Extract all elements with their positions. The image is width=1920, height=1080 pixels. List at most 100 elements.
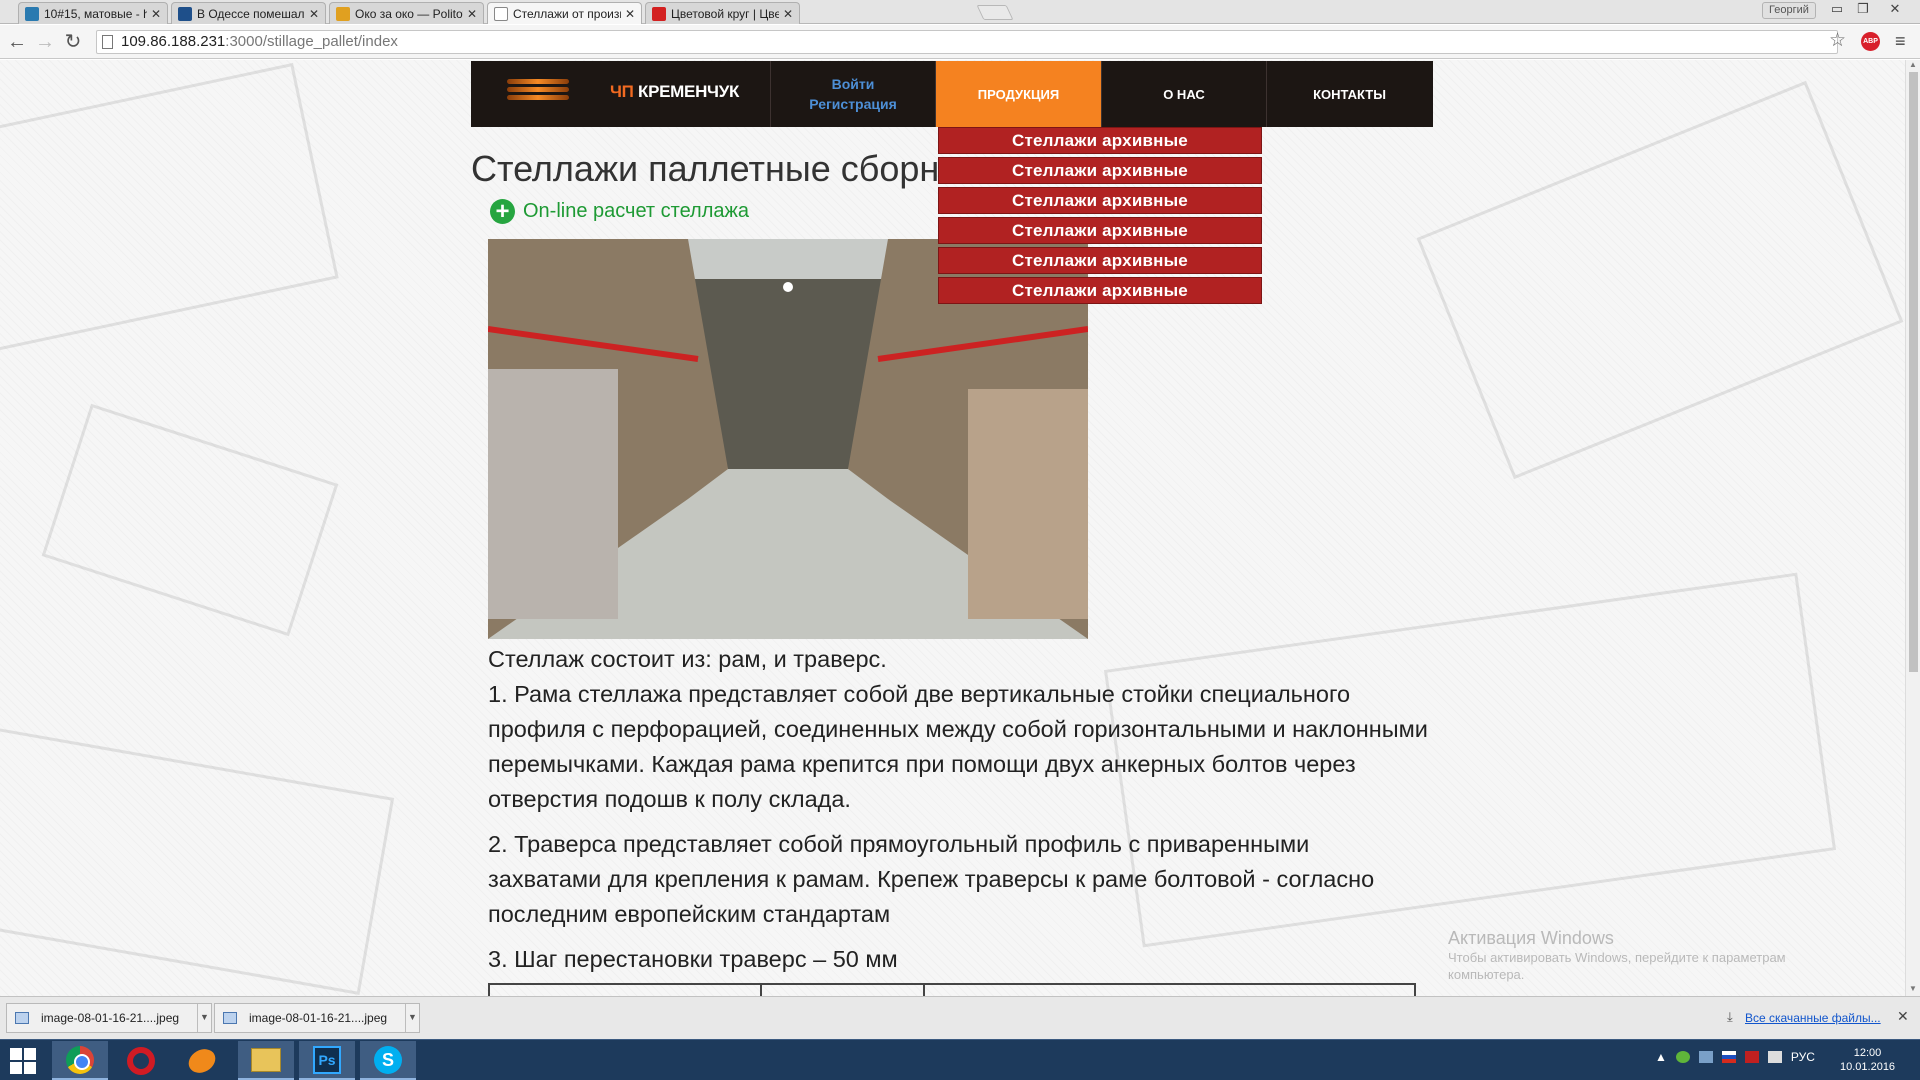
- plus-circle-icon: +: [490, 199, 515, 224]
- tab-3[interactable]: Око за око — Politota ✕: [329, 2, 484, 24]
- taskbar-opera[interactable]: [113, 1041, 169, 1080]
- close-icon[interactable]: ✕: [1897, 1008, 1909, 1025]
- chevron-down-icon[interactable]: ▼: [405, 1004, 419, 1032]
- paragraph-2: 2. Траверса представляет собой прямоугол…: [488, 831, 1375, 927]
- download-filename: image-08-01-16-21....jpeg: [249, 1011, 388, 1025]
- close-icon[interactable]: ✕: [467, 7, 477, 21]
- opera-icon: [127, 1046, 155, 1075]
- tab-favicon-icon: [652, 6, 666, 21]
- download-filename: image-08-01-16-21....jpeg: [41, 1011, 180, 1025]
- network-icon[interactable]: [1698, 1051, 1713, 1063]
- tab-favicon-icon: [336, 6, 350, 21]
- online-calc-label: On-line расчет стеллажа: [523, 200, 750, 222]
- forward-icon[interactable]: →: [34, 31, 56, 53]
- blueprint-decoration: [0, 725, 395, 995]
- site-logo[interactable]: ЧП КРЕМЕНЧУК: [471, 61, 771, 127]
- products-dropdown: Стеллажи архивные Стеллажи архивные Стел…: [938, 127, 1262, 307]
- paragraph-1: Стеллаж состоит из: рам, и траверс. 1. Р…: [488, 646, 1428, 812]
- tray-expand-icon[interactable]: ▲: [1655, 1050, 1667, 1064]
- blueprint-decoration: [0, 62, 339, 358]
- site-header: ЧП КРЕМЕНЧУК Войти Регистрация ПРОДУКЦИЯ…: [471, 61, 1433, 127]
- restore-icon[interactable]: ❐: [1852, 1, 1874, 17]
- windows-start-icon[interactable]: [10, 1048, 36, 1074]
- scroll-up-icon[interactable]: ▲: [1909, 60, 1917, 69]
- paragraph-3: 3. Шаг перестановки траверс – 50 мм: [488, 946, 898, 972]
- language-flag-icon[interactable]: [1721, 1051, 1736, 1063]
- windows-activation-watermark: Активация Windows Чтобы активировать Win…: [1448, 928, 1858, 983]
- reload-icon[interactable]: ↻: [62, 31, 84, 53]
- dropdown-item[interactable]: Стеллажи архивные: [938, 247, 1262, 274]
- skype-icon: S: [374, 1045, 402, 1074]
- language-indicator[interactable]: РУС: [1791, 1050, 1815, 1064]
- minimize-icon[interactable]: ▭: [1826, 1, 1848, 17]
- tray-app-icon[interactable]: [1675, 1051, 1690, 1063]
- auth-links: Войти Регистрация: [771, 61, 936, 127]
- taskbar-chrome[interactable]: [52, 1041, 108, 1080]
- taskbar-skype[interactable]: S: [360, 1041, 416, 1080]
- chrome-icon: [66, 1045, 94, 1074]
- tab-title: В Одессе помешали напа: [197, 6, 305, 21]
- tab-4-active[interactable]: Стеллажи от производит ✕: [487, 2, 642, 24]
- profile-button[interactable]: Георгий: [1762, 2, 1816, 19]
- taskbar-photoshop[interactable]: Ps: [299, 1041, 355, 1080]
- scrollbar-thumb[interactable]: [1909, 72, 1918, 672]
- brand-name: ЧП КРЕМЕНЧУК: [610, 82, 740, 101]
- window-close-icon[interactable]: ✕: [1884, 1, 1906, 17]
- dropdown-item[interactable]: Стеллажи архивные: [938, 127, 1262, 154]
- close-icon[interactable]: ✕: [625, 7, 635, 21]
- close-icon[interactable]: ✕: [151, 7, 161, 21]
- address-bar[interactable]: 109.86.188.231:3000/stillage_pallet/inde…: [96, 30, 1838, 54]
- blueprint-decoration: [1416, 80, 1904, 480]
- download-icon: ⤓: [1727, 1009, 1733, 1024]
- tab-favicon-icon: [178, 6, 192, 21]
- nav-products[interactable]: ПРОДУКЦИЯ: [936, 61, 1102, 127]
- register-link[interactable]: Регистрация: [809, 94, 897, 114]
- all-downloads-link[interactable]: Все скачанные файлы...: [1745, 1011, 1881, 1025]
- page-viewport: ЧП КРЕМЕНЧУК Войти Регистрация ПРОДУКЦИЯ…: [0, 60, 1905, 996]
- tab-2[interactable]: В Одессе помешали напа ✕: [171, 2, 326, 24]
- logo-mark-icon: [507, 79, 569, 109]
- clock-time: 12:00: [1853, 1047, 1882, 1059]
- page-title: Стеллажи паллетные сборн: [471, 148, 940, 189]
- page-icon: [102, 35, 113, 49]
- taskbar-explorer[interactable]: [238, 1041, 294, 1080]
- nav-about[interactable]: О НАС: [1102, 61, 1267, 127]
- close-icon[interactable]: ✕: [783, 7, 793, 21]
- adblock-icon[interactable]: ABP: [1861, 32, 1880, 51]
- windows-taskbar: Ps S ▲ РУС 12:00 10.01.2016: [0, 1039, 1920, 1080]
- system-tray: ▲ РУС: [1655, 1050, 1815, 1064]
- bookmark-star-icon[interactable]: ☆: [1829, 29, 1846, 52]
- login-link[interactable]: Войти: [832, 74, 875, 94]
- back-icon[interactable]: ←: [6, 31, 28, 53]
- tab-1[interactable]: 10#15, матовые - hornet_ ✕: [18, 2, 168, 24]
- taskbar-clock[interactable]: 12:00 10.01.2016: [1840, 1046, 1895, 1074]
- tab-favicon-icon: [494, 6, 508, 21]
- dropdown-item[interactable]: Стеллажи архивные: [938, 157, 1262, 184]
- nav-contacts[interactable]: КОНТАКТЫ: [1267, 61, 1432, 127]
- taskbar-app[interactable]: [174, 1041, 230, 1080]
- dropdown-item[interactable]: Стеллажи архивные: [938, 217, 1262, 244]
- scroll-down-icon[interactable]: ▼: [1909, 984, 1917, 993]
- tab-title: Око за око — Politota: [355, 6, 463, 21]
- tab-5[interactable]: Цветовой круг | Цветовы ✕: [645, 2, 800, 24]
- download-item[interactable]: image-08-01-16-21....jpeg ▼: [214, 1003, 420, 1033]
- tab-title: Стеллажи от производит: [513, 6, 621, 21]
- chevron-down-icon[interactable]: ▼: [197, 1004, 211, 1032]
- download-item[interactable]: image-08-01-16-21....jpeg ▼: [6, 1003, 212, 1033]
- tab-favicon-icon: [25, 6, 39, 21]
- activation-heading: Активация Windows: [1448, 928, 1614, 948]
- browser-toolbar: ← → ↻ 109.86.188.231:3000/stillage_palle…: [0, 25, 1920, 59]
- volume-icon[interactable]: [1767, 1051, 1782, 1063]
- online-calc-link[interactable]: + On-line расчет стеллажа: [490, 199, 749, 224]
- address-host: 109.86.188.231: [121, 33, 226, 50]
- tray-app-icon[interactable]: [1744, 1051, 1759, 1063]
- dropdown-item[interactable]: Стеллажи архивные: [938, 187, 1262, 214]
- tab-title: 10#15, матовые - hornet_: [44, 6, 147, 21]
- vertical-scrollbar[interactable]: ▲ ▼: [1905, 60, 1920, 996]
- close-icon[interactable]: ✕: [309, 7, 319, 21]
- specs-table-top: [488, 983, 1416, 996]
- dropdown-item[interactable]: Стеллажи архивные: [938, 277, 1262, 304]
- tab-title: Цветовой круг | Цветовы: [671, 6, 779, 21]
- new-tab-button[interactable]: [976, 5, 1014, 20]
- browser-menu-icon[interactable]: ≡: [1895, 31, 1906, 52]
